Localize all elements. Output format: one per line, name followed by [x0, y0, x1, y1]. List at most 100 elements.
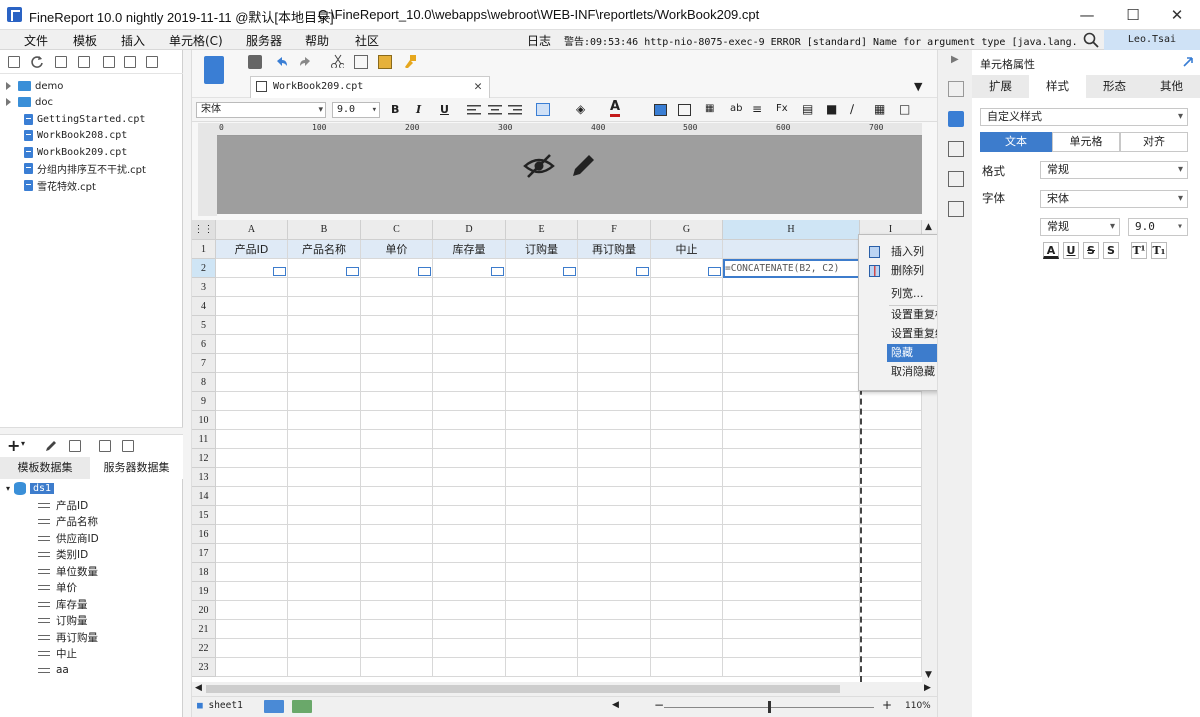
grid-cell[interactable]: [433, 601, 506, 620]
grid-cell[interactable]: [506, 449, 578, 468]
grid-cell[interactable]: [361, 563, 433, 582]
grid-cell[interactable]: [578, 411, 651, 430]
grid-cell[interactable]: [723, 601, 860, 620]
segment-cell[interactable]: 单元格: [1052, 132, 1120, 152]
row-header[interactable]: 20: [192, 601, 216, 620]
grid-cell[interactable]: [361, 639, 433, 658]
tab-other[interactable]: 其他: [1143, 75, 1200, 98]
grid-cell[interactable]: [361, 544, 433, 563]
cell-h2[interactable]: =CONCATENATE(B2, C2): [723, 259, 860, 278]
subscript-button[interactable]: T₁: [1151, 242, 1167, 259]
save-icon[interactable]: [248, 55, 262, 69]
grid-cell[interactable]: [723, 506, 860, 525]
grid-cell[interactable]: [288, 620, 361, 639]
superscript-button[interactable]: T¹: [1131, 242, 1147, 259]
grid-cell[interactable]: [723, 658, 860, 677]
cell-c1[interactable]: 单价: [361, 240, 433, 259]
copy-icon[interactable]: [354, 55, 368, 69]
horizontal-scrollbar[interactable]: ◀ ▶: [192, 682, 937, 696]
row-header[interactable]: 14: [192, 487, 216, 506]
row-header[interactable]: 11: [192, 430, 216, 449]
tab-workbook209[interactable]: WorkBook209.cpt ✕: [250, 76, 490, 98]
grid-cell[interactable]: [361, 582, 433, 601]
edit-icon[interactable]: [44, 439, 58, 453]
grid-cell[interactable]: [361, 411, 433, 430]
dataset-field[interactable]: 中止: [38, 645, 77, 661]
font-style-select[interactable]: 常规 ▾: [1040, 218, 1120, 236]
menu-help[interactable]: 帮助: [305, 32, 329, 49]
dataset-field[interactable]: aa: [38, 662, 69, 678]
chevron-down-icon[interactable]: ▾: [21, 439, 25, 448]
grid-cell[interactable]: [860, 658, 922, 677]
add-dataset-icon[interactable]: +: [7, 436, 20, 455]
grid-cell[interactable]: [361, 335, 433, 354]
collapse-icon[interactable]: ▶: [951, 54, 959, 65]
search-icon[interactable]: [1083, 32, 1099, 48]
dataset-field[interactable]: 库存量: [38, 596, 88, 612]
cell-d2[interactable]: [433, 259, 506, 278]
align-center-icon[interactable]: [488, 104, 502, 116]
grid-cell[interactable]: [860, 582, 922, 601]
condition-attr-icon[interactable]: [948, 201, 964, 217]
row-header[interactable]: 5: [192, 316, 216, 335]
grid-cell[interactable]: [723, 373, 860, 392]
menu-file[interactable]: 文件: [24, 32, 48, 49]
grid-cell[interactable]: [216, 506, 288, 525]
grid-cell[interactable]: [216, 278, 288, 297]
grid-cell[interactable]: [578, 297, 651, 316]
grid-cell[interactable]: [433, 430, 506, 449]
grid-cell[interactable]: [723, 620, 860, 639]
grid-cell[interactable]: [506, 487, 578, 506]
rename-icon[interactable]: [103, 56, 115, 68]
grid-cell[interactable]: [433, 582, 506, 601]
pencil-icon[interactable]: [569, 150, 599, 180]
chevron-down-icon[interactable]: ▾: [6, 484, 10, 493]
grid-cell[interactable]: [216, 620, 288, 639]
merge-cells-icon[interactable]: [654, 104, 667, 116]
tree-file[interactable]: WorkBook208.cpt: [24, 127, 127, 143]
underline-button[interactable]: U: [1063, 242, 1079, 259]
grid-cell[interactable]: [578, 278, 651, 297]
grid-cell[interactable]: [433, 468, 506, 487]
undo-icon[interactable]: [273, 54, 287, 68]
grid-cell[interactable]: [651, 373, 723, 392]
left-splitter[interactable]: [183, 50, 192, 717]
grid-cell[interactable]: [578, 601, 651, 620]
grid-cell[interactable]: [506, 278, 578, 297]
grid-cell[interactable]: [860, 620, 922, 639]
grid-cell[interactable]: [578, 563, 651, 582]
tab-expand[interactable]: 扩展: [972, 75, 1029, 98]
row-header[interactable]: 3: [192, 278, 216, 297]
grid-cell[interactable]: [651, 563, 723, 582]
grid-cell[interactable]: [651, 601, 723, 620]
grid-cell[interactable]: [651, 525, 723, 544]
grid-cell[interactable]: [860, 525, 922, 544]
add-report-sheet-icon[interactable]: [264, 700, 284, 713]
grid-cell[interactable]: [651, 335, 723, 354]
grid-cell[interactable]: [433, 620, 506, 639]
grid-cell[interactable]: [651, 487, 723, 506]
grid-cell[interactable]: [506, 582, 578, 601]
row-header[interactable]: 9: [192, 392, 216, 411]
dataset-field[interactable]: 产品ID: [38, 497, 88, 513]
row-header[interactable]: 13: [192, 468, 216, 487]
zoom-level[interactable]: 110%: [905, 701, 931, 711]
row-header[interactable]: 12: [192, 449, 216, 468]
font-color-icon[interactable]: A: [610, 100, 621, 117]
grid-cell[interactable]: [506, 411, 578, 430]
grid-cell[interactable]: [578, 316, 651, 335]
close-button[interactable]: ✕: [1154, 0, 1200, 30]
grid-cell[interactable]: [361, 468, 433, 487]
open-icon[interactable]: [55, 56, 67, 68]
new-template-icon[interactable]: [204, 56, 224, 84]
grid-cell[interactable]: [506, 525, 578, 544]
grid-cell[interactable]: [860, 601, 922, 620]
grid-cell[interactable]: [651, 582, 723, 601]
grid-cell[interactable]: [651, 544, 723, 563]
border-icon[interactable]: [536, 103, 550, 116]
grid-cell[interactable]: [288, 601, 361, 620]
grid-cell[interactable]: [216, 411, 288, 430]
cell-f1[interactable]: 再订购量: [578, 240, 651, 259]
grid-cell[interactable]: [723, 582, 860, 601]
float-element-icon[interactable]: [948, 141, 964, 157]
